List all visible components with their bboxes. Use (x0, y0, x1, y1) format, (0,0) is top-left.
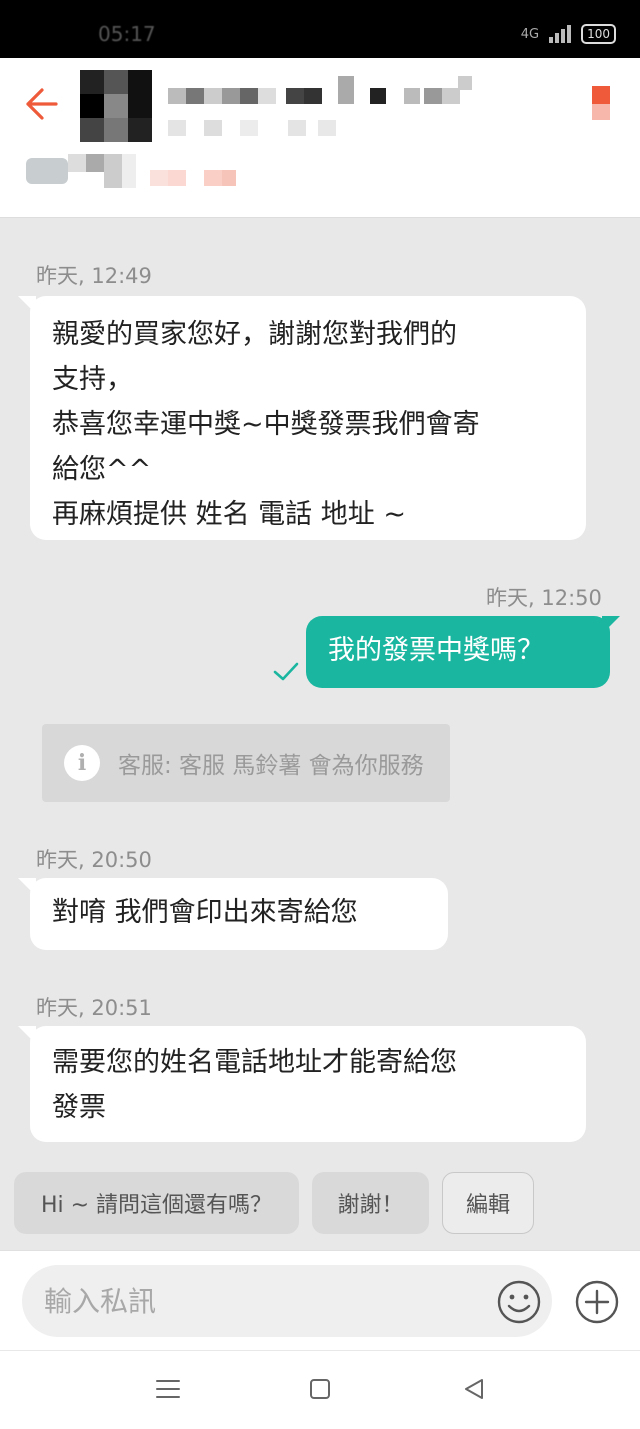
check-icon (273, 662, 299, 681)
smiley-icon[interactable] (496, 1279, 542, 1325)
system-notice-text: 客服: 客服 馬鈴薯 會為你服務 (118, 753, 424, 779)
signal-icon (549, 25, 572, 43)
message-line: 親愛的買家您好，謝謝您對我們的 (52, 319, 457, 350)
message-line: 發票 (52, 1092, 106, 1123)
message-timestamp: 昨天, 12:49 (36, 264, 152, 288)
system-nav-bar (0, 1351, 640, 1429)
message-line: 給您^^ (52, 454, 152, 485)
message-line: 再麻煩提供 姓名 電話 地址 ~ (52, 499, 406, 530)
message-input-bar (0, 1250, 640, 1350)
product-preview[interactable] (26, 154, 246, 190)
status-icons: 4G 100 (521, 24, 616, 44)
outgoing-message[interactable]: 我的發票中獎嗎？ (306, 616, 620, 688)
more-icon[interactable] (592, 86, 610, 120)
message-line: 需要您的姓名電話地址才能寄給您 (52, 1047, 457, 1078)
contact-name-redacted (168, 76, 478, 146)
message-line: 恭喜您幸運中獎~中獎發票我們會寄 (52, 409, 480, 440)
chat-header (0, 58, 640, 218)
incoming-message[interactable]: 需要您的姓名電話地址才能寄給您 發票 (18, 1026, 586, 1142)
message-line: 支持， (52, 364, 133, 395)
status-time: 05:17 (98, 22, 156, 46)
avatar[interactable] (80, 70, 152, 142)
info-icon: i (64, 745, 100, 781)
network-label: 4G (520, 26, 540, 42)
message-input[interactable] (22, 1265, 552, 1337)
message-line: 對唷 我們會印出來寄給您 (52, 897, 358, 928)
message-timestamp: 昨天, 20:50 (36, 848, 152, 872)
quick-reply-chip[interactable]: Hi ~ 請問這個還有嗎？ (14, 1172, 299, 1234)
home-icon[interactable] (304, 1373, 336, 1405)
system-notice: i 客服: 客服 馬鈴薯 會為你服務 (42, 724, 450, 802)
status-bar: 05:17 4G 100 (0, 0, 640, 58)
message-timestamp: 昨天, 12:50 (486, 586, 602, 610)
plus-circle-icon[interactable] (574, 1279, 620, 1325)
menu-icon[interactable] (152, 1373, 184, 1405)
back-icon[interactable] (458, 1373, 490, 1405)
incoming-message[interactable]: 親愛的買家您好，謝謝您對我們的 支持， 恭喜您幸運中獎~中獎發票我們會寄 給您^… (18, 296, 586, 540)
arrow-left-icon[interactable] (20, 84, 60, 124)
battery-icon: 100 (581, 24, 616, 44)
quick-reply-chip[interactable]: 謝謝！ (312, 1172, 429, 1234)
chat-thread[interactable]: 昨天, 12:49 親愛的買家您好，謝謝您對我們的 支持， 恭喜您幸運中獎~中獎… (0, 220, 640, 1250)
message-line: 我的發票中獎嗎？ (328, 635, 544, 666)
incoming-message[interactable]: 對唷 我們會印出來寄給您 (18, 878, 448, 950)
edit-quick-replies-button[interactable]: 編輯 (442, 1172, 534, 1234)
message-timestamp: 昨天, 20:51 (36, 996, 152, 1020)
quick-replies: Hi ~ 請問這個還有嗎？ 謝謝！ 編輯 (0, 1172, 640, 1238)
